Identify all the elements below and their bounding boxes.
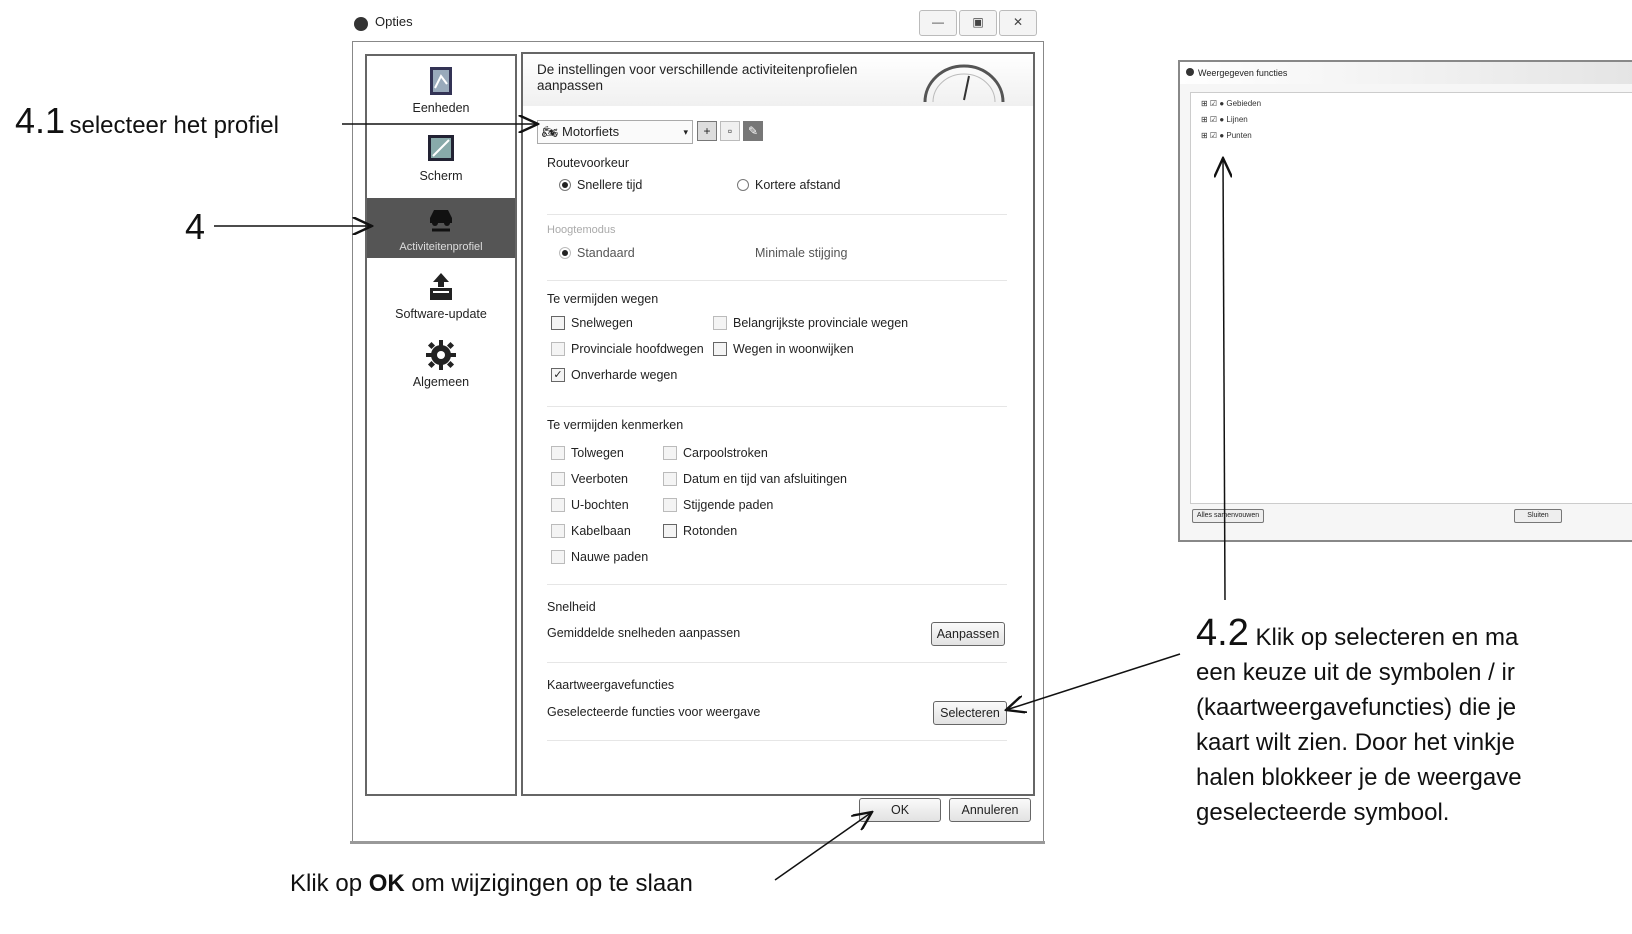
arrow-to-ok-button (774, 812, 872, 881)
arrow-to-select-button (1006, 653, 1181, 710)
arrow-to-features-tree (1223, 158, 1225, 601)
annotation-arrows (214, 0, 1632, 881)
